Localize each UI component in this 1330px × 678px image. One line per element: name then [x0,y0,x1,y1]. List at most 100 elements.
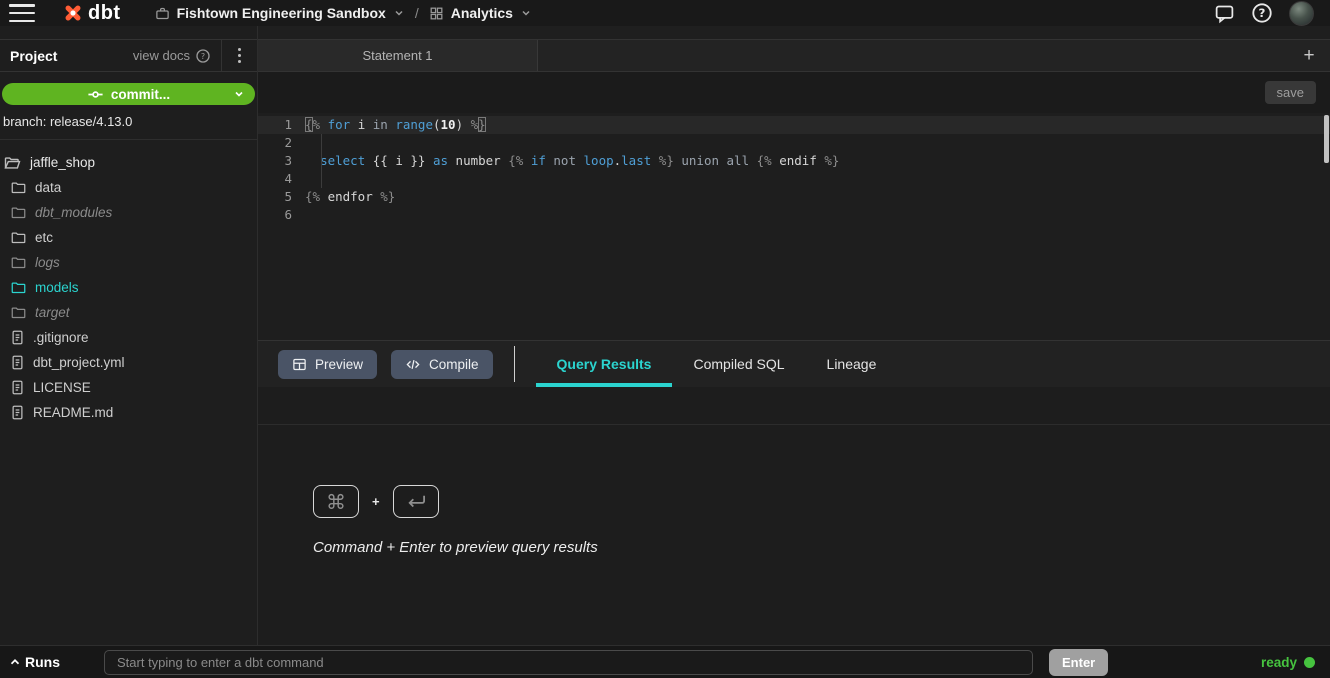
results-tab-query-results[interactable]: Query Results [536,341,673,387]
commit-button[interactable]: commit... [2,83,255,105]
runs-panel-toggle[interactable]: Runs [0,654,104,670]
tree-item-label: target [35,305,70,320]
results-tab-label: Lineage [827,356,877,372]
tab-label: Statement 1 [362,48,432,63]
code-text: {% endfor %} [305,188,395,206]
preview-label: Preview [315,357,363,372]
code-line-3[interactable]: 3 select {{ i }} as number {% if not loo… [258,152,1330,170]
sidebar-header: Project view docs ? [0,39,257,72]
help-icon[interactable]: ? [1251,2,1273,24]
tree-item-label: data [35,180,61,195]
shortcut-hint-text: Command + Enter to preview query results [313,539,1330,556]
line-number: 3 [258,152,305,170]
git-commit-icon [87,86,104,103]
code-line-1[interactable]: 1{% for i in range(10) %} [258,116,1330,134]
code-line-5[interactable]: 5{% endfor %} [258,188,1330,206]
command-keycap: ⌘ [313,485,359,518]
tree-item--gitignore[interactable]: .gitignore [0,325,257,350]
editor-scrollbar[interactable] [1324,115,1329,163]
dbt-cloud-ide: dbt Fishtown Engineering Sandbox / Analy… [0,0,1330,678]
tree-item-label: logs [35,255,60,270]
status-label: ready [1261,655,1297,670]
account-name: Fishtown Engineering Sandbox [177,5,386,21]
tree-item-license[interactable]: LICENSE [0,375,257,400]
status-indicator: ready [1261,655,1315,670]
editor-toolbar: save [258,72,1330,113]
plus-separator: + [372,494,380,509]
project-name: Analytics [451,5,513,21]
results-tab-lineage[interactable]: Lineage [806,341,898,387]
chevron-down-icon [233,88,245,100]
file-icon [11,330,24,345]
save-button[interactable]: save [1265,81,1316,104]
results-tab-compiled-sql[interactable]: Compiled SQL [672,341,805,387]
folder-icon [11,206,26,219]
tab-bar-spacer [538,40,1288,71]
chevron-up-icon [8,655,22,669]
file-icon [11,380,24,395]
runs-label: Runs [25,654,60,670]
tree-item-label: jaffle_shop [30,155,95,170]
editor-workspace: Statement 1 + save 1{% for i in range(10… [258,26,1330,645]
line-number: 1 [258,116,305,134]
tree-item-data[interactable]: data [0,175,257,200]
tree-item-target[interactable]: target [0,300,257,325]
question-circle-icon: ? [195,48,211,64]
results-toolbar-strip [258,387,1330,425]
chat-icon[interactable] [1214,3,1235,24]
tree-item-etc[interactable]: etc [0,225,257,250]
tree-item-readme-md[interactable]: README.md [0,400,257,425]
dbt-logo: dbt [61,1,121,25]
results-panel-body: ⌘ + Command + Enter to preview query res… [258,425,1330,645]
line-number: 2 [258,134,305,152]
folder-icon [11,256,26,269]
code-line-4[interactable]: 4 [258,170,1330,188]
tree-item-models[interactable]: models [0,275,257,300]
code-editor[interactable]: 1{% for i in range(10) %}23 select {{ i … [258,113,1330,341]
table-icon [292,357,307,372]
enter-button[interactable]: Enter [1049,649,1108,676]
folder-open-icon [4,156,21,170]
chevron-down-icon [520,7,532,19]
project-selector[interactable]: Analytics [429,5,532,21]
new-tab-button[interactable]: + [1288,40,1330,71]
tree-item-label: LICENSE [33,380,91,395]
code-line-2[interactable]: 2 [258,134,1330,152]
editor-tab-bar: Statement 1 + [258,26,1330,72]
file-explorer-sidebar: Project view docs ? commit... [0,26,258,645]
account-selector[interactable]: Fishtown Engineering Sandbox [155,5,405,21]
hamburger-menu-icon[interactable] [9,4,35,22]
code-text: {% for i in range(10) %} [305,116,486,134]
dbt-logo-icon [61,1,85,25]
svg-text:?: ? [1259,6,1266,20]
user-avatar[interactable] [1289,1,1314,26]
indent-guide [321,134,322,188]
file-icon [11,355,24,370]
briefcase-icon [155,6,170,21]
tree-item-dbt-modules[interactable]: dbt_modules [0,200,257,225]
commit-label: commit... [111,87,170,102]
breadcrumb-separator: / [415,5,419,21]
results-tab-label: Query Results [557,356,652,372]
tree-item-label: dbt_modules [35,205,112,220]
tree-item-dbt-project-yml[interactable]: dbt_project.yml [0,350,257,375]
compile-button[interactable]: Compile [391,350,493,379]
tree-item-label: etc [35,230,53,245]
sidebar-kebab-menu[interactable] [221,40,257,71]
view-docs-link[interactable]: view docs ? [133,48,221,64]
tree-item-logs[interactable]: logs [0,250,257,275]
tab-statement-1[interactable]: Statement 1 [258,40,538,71]
view-docs-label: view docs [133,48,190,63]
tree-item-label: models [35,280,79,295]
dbt-command-input[interactable] [104,650,1033,675]
results-tabs: Query Results Compiled SQL Lineage [536,341,898,387]
status-dot-icon [1304,657,1315,668]
line-number: 6 [258,206,305,224]
top-navigation-bar: dbt Fishtown Engineering Sandbox / Analy… [0,0,1330,26]
folder-icon [11,181,26,194]
command-key-icon: ⌘ [326,490,346,514]
line-number: 5 [258,188,305,206]
tree-item-jaffle-shop[interactable]: jaffle_shop [0,150,257,175]
code-line-6[interactable]: 6 [258,206,1330,224]
preview-button[interactable]: Preview [278,350,377,379]
